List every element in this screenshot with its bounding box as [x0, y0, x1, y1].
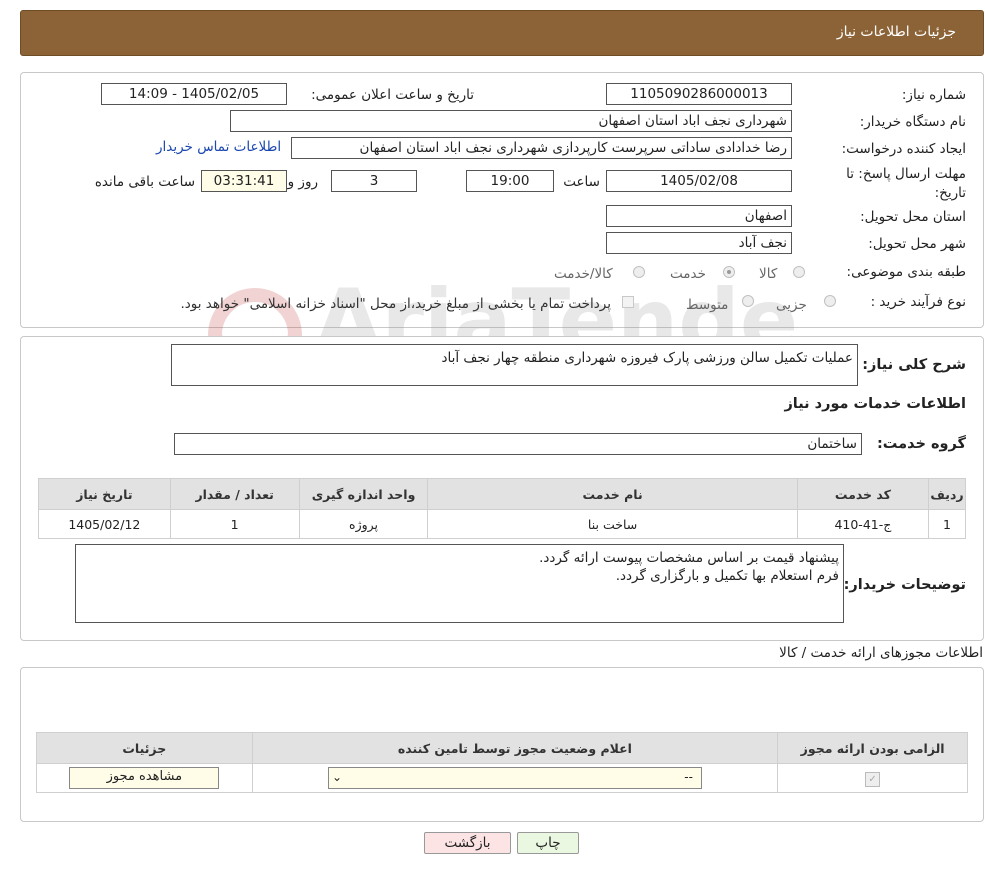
need-number-label: شماره نیاز:	[901, 87, 966, 103]
remaining-label: ساعت باقی مانده	[94, 174, 195, 190]
city-field: نجف آباد	[606, 232, 792, 254]
deadline-label-text: مهلت ارسال پاسخ: تا تاریخ:	[846, 166, 966, 201]
cell-required: ✓	[777, 763, 968, 793]
days-label: روز و	[287, 174, 318, 190]
contact-buyer-link[interactable]: اطلاعات تماس خریدار	[156, 139, 281, 155]
buyer-org-field: شهرداری نجف اباد استان اصفهان	[230, 110, 792, 132]
purchase-note: پرداخت تمام یا بخشی از مبلغ خرید،از محل …	[180, 296, 611, 312]
required-checkbox: ✓	[865, 771, 881, 787]
announce-field: 1405/02/05 - 14:09	[101, 83, 287, 105]
col-name: نام خدمت	[427, 478, 798, 510]
general-desc-textarea[interactable]: عملیات تکمیل سالن ورزشی پارک فیروزه شهرد…	[171, 344, 858, 386]
page-header: جزئیات اطلاعات نیاز	[20, 10, 984, 56]
days-field: 3	[331, 170, 417, 192]
creator-field: رضا خدادادی ساداتی سرپرست کارپردازی شهرد…	[291, 137, 792, 159]
cell-code: ج-41-410	[796, 509, 930, 539]
page-title: جزئیات اطلاعات نیاز	[836, 24, 956, 40]
category-radio-both[interactable]	[633, 266, 645, 278]
col-status: اعلام وضعیت مجوز توسط تامین کننده	[251, 732, 779, 764]
cell-date: 1405/02/12	[38, 509, 171, 539]
need-number-field: 1105090286000013	[606, 83, 792, 105]
permit-status-value: --	[684, 770, 693, 784]
cell-name: ساخت بنا	[427, 509, 798, 539]
category-radio-service[interactable]	[723, 266, 735, 278]
creator-label: ایجاد کننده درخواست:	[841, 141, 966, 157]
purchase-minor-label: جزیی	[776, 297, 807, 313]
col-row: ردیف	[928, 478, 966, 510]
treasury-checkbox[interactable]	[622, 296, 634, 308]
cell-qty: 1	[169, 509, 300, 539]
province-field: اصفهان	[606, 205, 792, 227]
category-both-label: کالا/خدمت	[554, 266, 613, 282]
table-row: 1 ج-41-410 ساخت بنا پروژه 1 1405/02/12	[38, 509, 966, 539]
col-date: تاریخ نیاز	[38, 478, 171, 510]
deadline-date-field: 1405/02/08	[606, 170, 792, 192]
deadline-label: مهلت ارسال پاسخ: تا تاریخ:	[826, 165, 966, 203]
cell-row: 1	[928, 509, 966, 539]
category-goods-label: کالا	[759, 266, 778, 282]
deadline-time-field: 19:00	[466, 170, 554, 192]
province-label: استان محل تحویل:	[860, 209, 966, 225]
service-group-label: گروه خدمت:	[876, 436, 966, 452]
permits-table: الزامی بودن ارائه مجوز اعلام وضعیت مجوز …	[36, 732, 968, 793]
purchase-radio-medium[interactable]	[742, 295, 754, 307]
general-desc-label: شرح کلی نیاز:	[862, 357, 966, 373]
col-unit: واحد اندازه گیری	[298, 478, 429, 510]
permit-status-select[interactable]: ⌄ --	[327, 767, 702, 789]
col-code: کد خدمت	[796, 478, 930, 510]
services-table-header: ردیف کد خدمت نام خدمت واحد اندازه گیری ت…	[38, 478, 966, 510]
permits-title: اطلاعات مجوزهای ارائه خدمت / کالا	[779, 645, 983, 661]
buyer-notes-textarea[interactable]: پیشنهاد قیمت بر اساس مشخصات پیوست ارائه …	[75, 544, 844, 623]
cell-status: ⌄ --	[251, 763, 779, 793]
select-chevron-down-icon: ⌄	[331, 770, 342, 784]
general-desc-text: عملیات تکمیل سالن ورزشی پارک فیروزه شهرد…	[441, 350, 853, 366]
col-details: جزئیات	[36, 732, 253, 764]
buyer-notes-line-1: پیشنهاد قیمت بر اساس مشخصات پیوست ارائه …	[539, 550, 839, 566]
col-qty: تعداد / مقدار	[169, 478, 300, 510]
table-row: ✓ ⌄ -- مشاهده مجوز	[36, 763, 968, 793]
cell-unit: پروژه	[298, 509, 429, 539]
remaining-field: 03:31:41	[201, 170, 287, 192]
cell-details: مشاهده مجوز	[36, 763, 253, 793]
services-table: ردیف کد خدمت نام خدمت واحد اندازه گیری ت…	[38, 478, 966, 539]
view-permit-button[interactable]: مشاهده مجوز	[69, 767, 220, 789]
buyer-notes-line-2: فرم استعلام بها تکمیل و بارگزاری گردد.	[615, 568, 839, 584]
category-service-label: خدمت	[670, 266, 706, 282]
time-label: ساعت	[563, 174, 600, 190]
category-label: طبقه بندی موضوعی:	[846, 264, 966, 280]
announce-label: تاریخ و ساعت اعلان عمومی:	[311, 87, 474, 103]
service-group-field: ساختمان	[174, 433, 862, 455]
purchase-medium-label: متوسط	[686, 297, 729, 313]
permits-table-header: الزامی بودن ارائه مجوز اعلام وضعیت مجوز …	[36, 732, 968, 764]
purchase-radio-minor[interactable]	[824, 295, 836, 307]
buyer-org-label: نام دستگاه خریدار:	[859, 114, 966, 130]
back-button[interactable]: بازگشت	[424, 832, 511, 854]
purchase-type-label: نوع فرآیند خرید :	[870, 294, 966, 310]
category-radio-goods[interactable]	[793, 266, 805, 278]
buyer-notes-label: توضیحات خریدار:	[843, 577, 966, 593]
city-label: شهر محل تحویل:	[868, 236, 966, 252]
col-required: الزامی بودن ارائه مجوز	[777, 732, 968, 764]
services-title: اطلاعات خدمات مورد نیاز	[784, 396, 966, 412]
print-button[interactable]: چاپ	[517, 832, 579, 854]
